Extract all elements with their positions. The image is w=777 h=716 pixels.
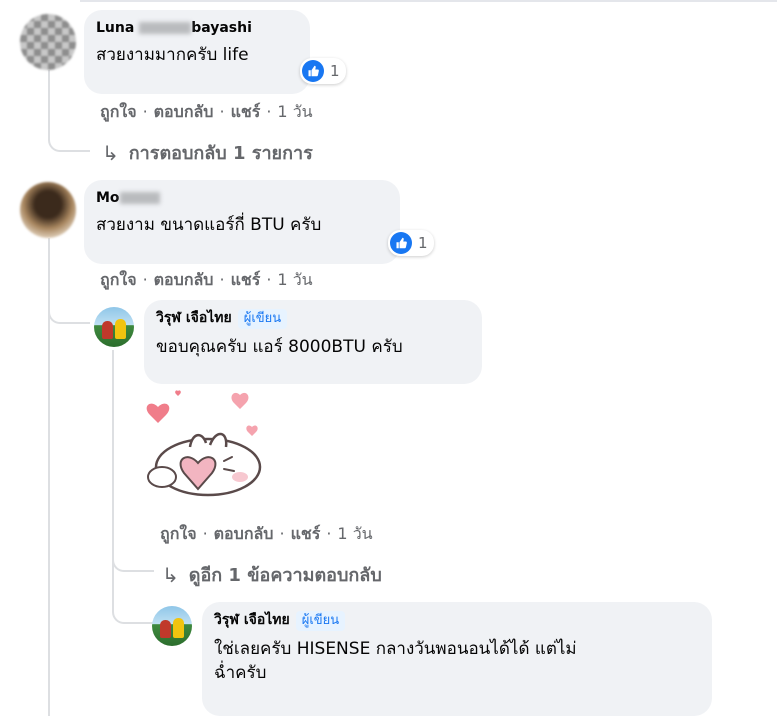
reaction-badge[interactable]: 1 (300, 58, 346, 84)
reply-text: ขอบคุณครับ แอร์ 8000BTU ครับ (156, 337, 403, 357)
comment-actions: ถูกใจ · ตอบกลับ · แชร์ · 1 วัน (100, 102, 313, 121)
share-link[interactable]: แชร์ (231, 270, 261, 289)
comment-author[interactable]: Luna bayashi (96, 19, 298, 37)
reply-link[interactable]: ตอบกลับ (214, 524, 274, 543)
thread-curve-1 (48, 120, 90, 152)
avatar[interactable] (152, 606, 192, 646)
reaction-count: 1 (330, 62, 340, 80)
reply-text: ใช่เลยครับ HISENSE กลางวันพอนอนได้ได้ แต… (214, 639, 577, 683)
view-more-replies-link[interactable]: ↳ ดูอีก 1 ข้อความตอบกลับ (162, 560, 382, 589)
author-badge: ผู้เขียน (295, 611, 346, 631)
view-replies-link[interactable]: ↳ การตอบกลับ 1 รายการ (102, 138, 313, 167)
like-thumb-icon (390, 232, 412, 254)
like-thumb-icon (302, 60, 324, 82)
comment-bubble: Mo สวยงาม ขนาดแอร์กี่ BTU ครับ (84, 180, 400, 264)
reply-arrow-icon: ↳ (102, 140, 119, 165)
comment-author[interactable]: Mo (96, 189, 388, 207)
avatar[interactable] (20, 14, 76, 70)
like-link[interactable]: ถูกใจ (160, 524, 197, 543)
timestamp[interactable]: 1 วัน (277, 270, 312, 289)
comment-text: สวยงามมากครับ life (96, 45, 249, 65)
share-link[interactable]: แชร์ (231, 102, 261, 121)
thread-curve-3 (112, 548, 154, 572)
thread-curve-4 (112, 600, 154, 624)
like-link[interactable]: ถูกใจ (100, 270, 137, 289)
reaction-badge[interactable]: 1 (388, 230, 434, 256)
author-badge: ผู้เขียน (237, 309, 288, 329)
reply-bubble: วิรุฬ เจือไทย ผู้เขียน ขอบคุณครับ แอร์ 80… (144, 300, 482, 384)
timestamp[interactable]: 1 วัน (277, 102, 312, 121)
heart-bear-sticker[interactable] (140, 385, 270, 505)
avatar[interactable] (20, 182, 76, 238)
reply-bubble: วิรุฬ เจือไทย ผู้เขียน ใช่เลยครับ HISENSE… (202, 602, 712, 716)
reply-link[interactable]: ตอบกลับ (154, 270, 214, 289)
blurred-name (119, 192, 160, 204)
blurred-name (139, 22, 192, 34)
reply-author[interactable]: วิรุฬ เจือไทย ผู้เขียน (214, 611, 700, 631)
comment-actions: ถูกใจ · ตอบกลับ · แชร์ · 1 วัน (100, 270, 313, 289)
reply-link[interactable]: ตอบกลับ (154, 102, 214, 121)
reply-arrow-icon: ↳ (162, 562, 179, 587)
comment-bubble: Luna bayashi สวยงามมากครับ life (84, 10, 310, 94)
thread-curve-2 (48, 300, 90, 324)
timestamp[interactable]: 1 วัน (337, 524, 372, 543)
reply-actions: ถูกใจ · ตอบกลับ · แชร์ · 1 วัน (160, 524, 373, 543)
like-link[interactable]: ถูกใจ (100, 102, 137, 121)
share-link[interactable]: แชร์ (291, 524, 321, 543)
top-divider (80, 0, 777, 2)
avatar[interactable] (94, 307, 134, 347)
comment-text: สวยงาม ขนาดแอร์กี่ BTU ครับ (96, 215, 322, 235)
reply-author[interactable]: วิรุฬ เจือไทย ผู้เขียน (156, 309, 470, 329)
reaction-count: 1 (418, 234, 428, 252)
thread-line-3 (112, 350, 114, 610)
